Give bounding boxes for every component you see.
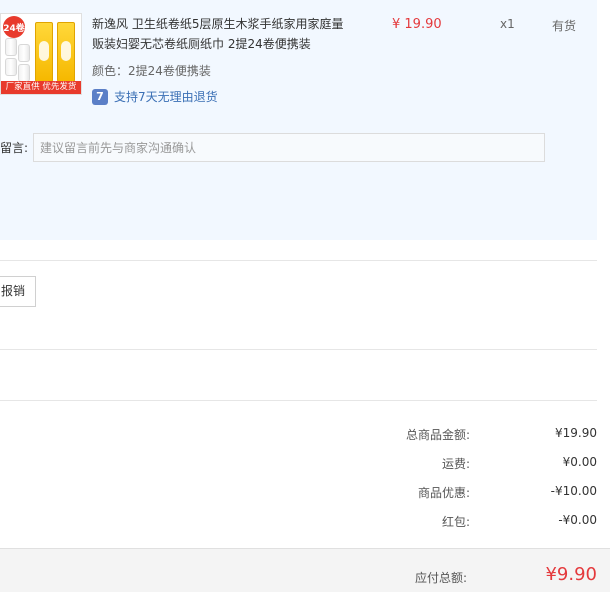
summary-label: 商品优惠:: [417, 486, 470, 500]
summary-value: ¥0.00: [562, 455, 597, 469]
product-title[interactable]: 新逸风 卫生纸卷纸5层原生木浆手纸家用家庭量贩装妇婴无芯卷纸厕纸巾 2提24卷便…: [92, 14, 352, 54]
summary-label: 运费:: [441, 457, 470, 471]
summary-row-discount: 商品优惠: -¥10.00: [300, 484, 597, 504]
summary-label: 总商品金额:: [405, 428, 470, 442]
section-divider: [0, 260, 597, 261]
tissue-roll-graphic: [5, 58, 17, 76]
summary-row-red-packet: 红包: -¥0.00: [300, 513, 597, 533]
summary-row-shipping: 运费: ¥0.00: [300, 455, 597, 475]
tissue-pack-graphic: [35, 22, 53, 82]
invoice-reimburse-button[interactable]: 报销: [0, 276, 37, 307]
summary-value: -¥10.00: [550, 484, 597, 498]
tissue-pack-graphic: [57, 22, 75, 82]
stock-status: 有货: [552, 19, 577, 33]
section-divider: [0, 400, 597, 401]
unit-price: ¥ 19.90: [392, 17, 442, 32]
tissue-roll-graphic: [18, 64, 30, 82]
remark-input[interactable]: [33, 133, 545, 162]
return-policy-link[interactable]: 7 支持7天无理由退货: [92, 88, 218, 105]
spec-value: 2提24卷便携装: [128, 64, 211, 78]
tissue-roll-graphic: [5, 38, 17, 56]
total-label: 应付总额:: [415, 571, 468, 585]
tissue-roll-graphic: [18, 44, 30, 62]
product-spec: 颜色：2提24卷便携装: [92, 62, 211, 79]
section-divider: [0, 349, 597, 350]
product-thumbnail[interactable]: 24卷 厂家直供 优先发货: [0, 13, 82, 95]
spec-label: 颜色：: [92, 64, 129, 78]
summary-row-subtotal: 总商品金额: ¥19.90: [300, 426, 597, 446]
summary-value: ¥19.90: [555, 426, 597, 440]
order-item-panel: 24卷 厂家直供 优先发货 新逸风 卫生纸卷纸5层原生木浆手纸家用家庭量贩装妇婴…: [0, 0, 597, 240]
quantity: x1: [500, 17, 515, 31]
image-promo-banner: 厂家直供 优先发货: [1, 81, 81, 94]
total-amount: ¥9.90: [545, 564, 597, 585]
summary-value: -¥0.00: [558, 513, 597, 527]
summary-label: 红包:: [441, 515, 470, 529]
payable-total-bar: 应付总额: ¥9.90: [0, 548, 610, 592]
remark-label: 留言:: [0, 141, 29, 155]
count-badge: 24卷: [3, 16, 25, 38]
return-policy-text: 支持7天无理由退货: [114, 90, 218, 104]
return-7-days-icon: 7: [92, 88, 108, 105]
